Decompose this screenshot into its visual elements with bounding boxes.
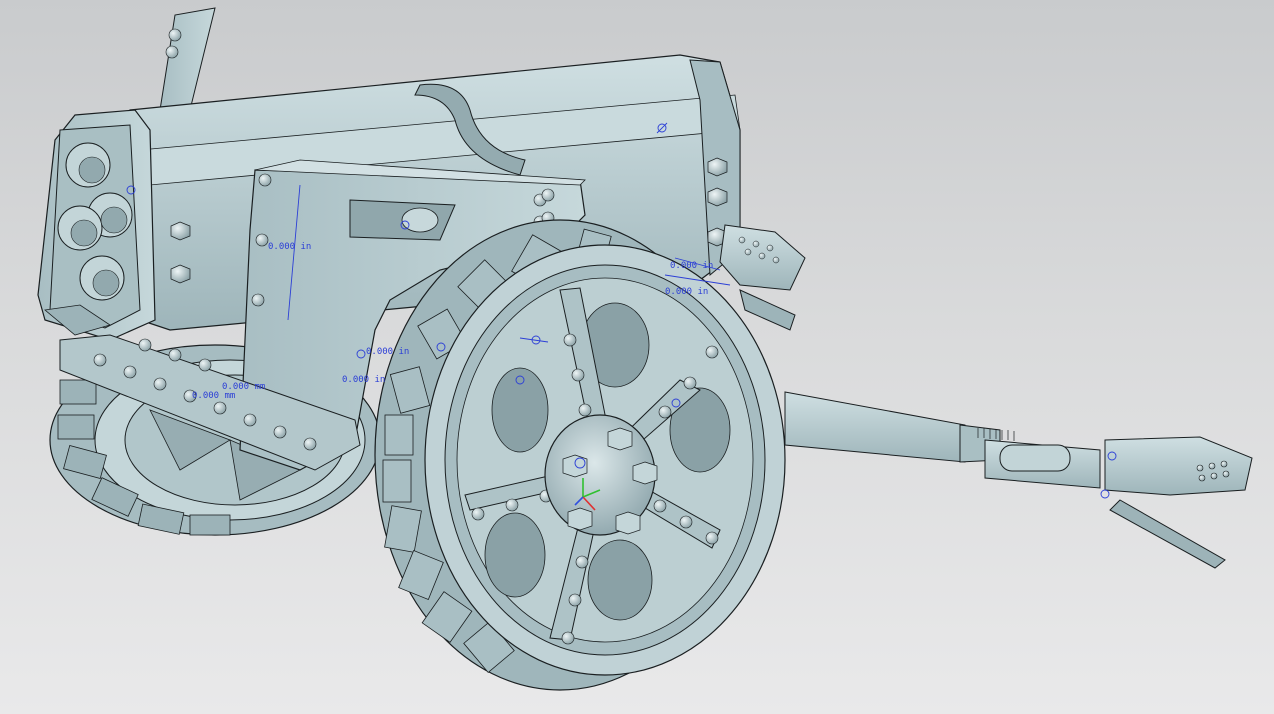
cannon-model[interactable]: 0.000 in 0.000 in 0.000 in 0.000 in 0.00… — [0, 0, 1274, 714]
sight-fin — [159, 7, 216, 111]
right-wheel — [374, 219, 786, 691]
dim-label-1: 0.000 in — [268, 242, 311, 252]
muzzle — [37, 109, 156, 341]
dim-label-7: 0.000 mm — [192, 391, 235, 401]
dim-label-3: 0.000 in — [342, 375, 385, 385]
dim-label-5: 0.000 in — [665, 287, 708, 297]
tow-bar — [784, 391, 1253, 569]
dim-label-4: 0.000 in — [670, 261, 713, 271]
cad-viewport[interactable]: 0.000 in 0.000 in 0.000 in 0.000 in 0.00… — [0, 0, 1274, 714]
dim-label-2: 0.000 in — [366, 347, 409, 357]
